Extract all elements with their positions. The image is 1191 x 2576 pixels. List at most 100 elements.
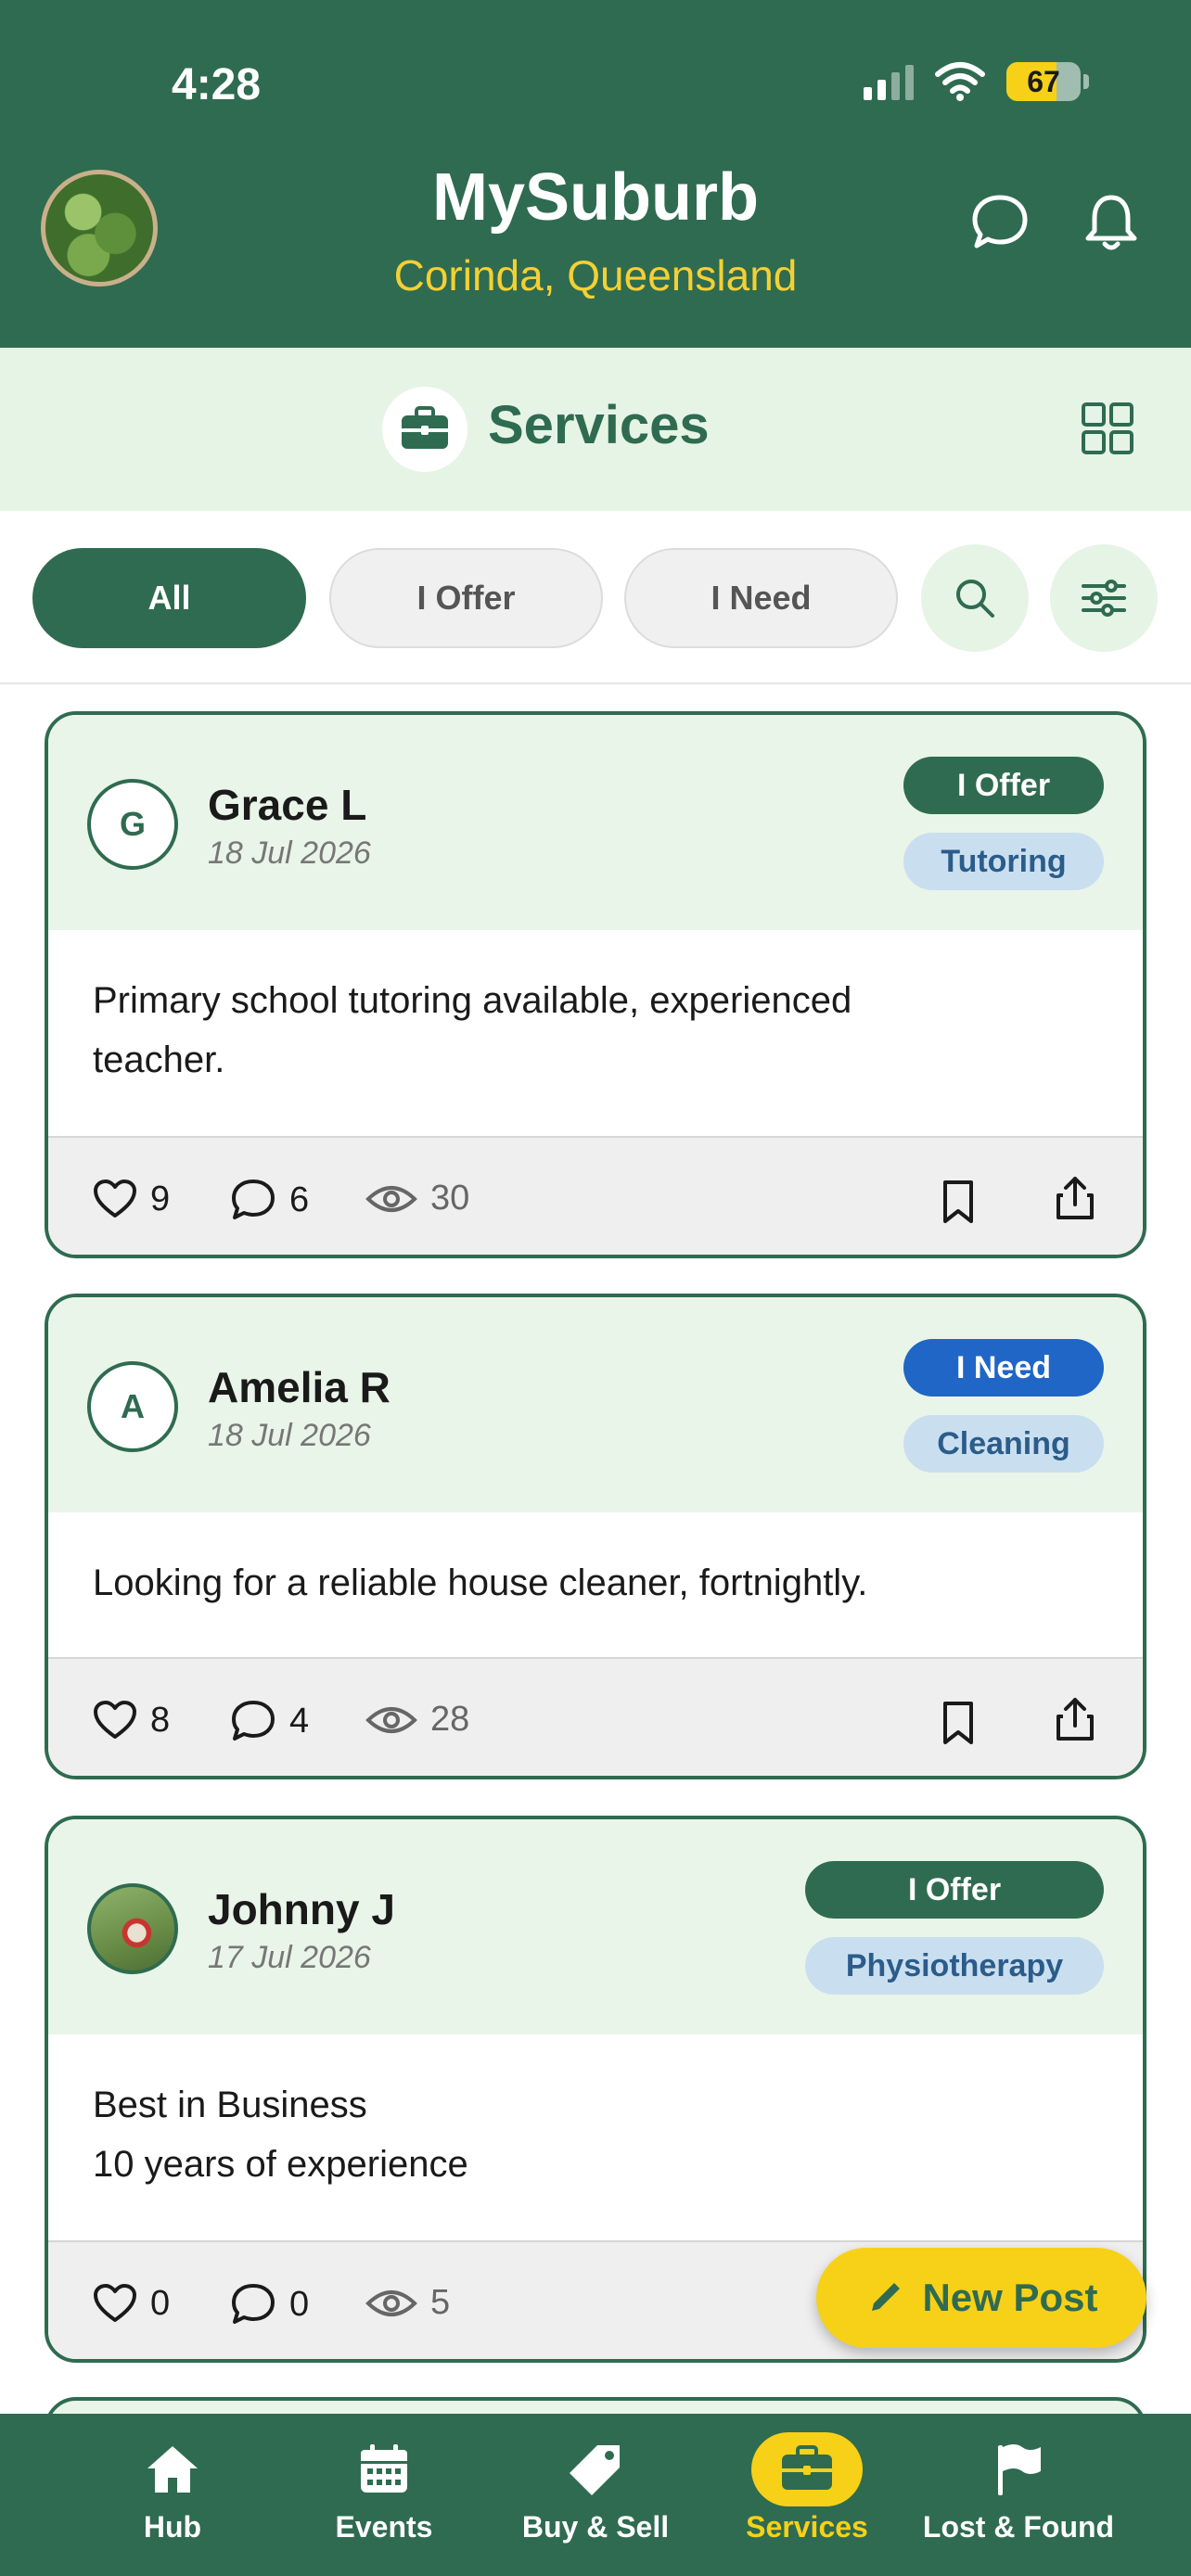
location-subtitle[interactable]: Corinda, Queensland <box>0 250 1191 300</box>
like-button[interactable]: 0 <box>93 2283 170 2324</box>
filter-need-button[interactable]: I Need <box>624 548 898 648</box>
nav-buy-sell[interactable]: Buy & Sell <box>493 2432 698 2544</box>
comment-button[interactable]: 6 <box>230 1179 309 1221</box>
nav-hub[interactable]: Hub <box>70 2432 275 2544</box>
heart-icon <box>94 1701 136 1739</box>
post-body: Best in Business 10 years of experience <box>48 2034 1143 2242</box>
post-header: G Grace L 18 Jul 2026 I Offer Tutoring <box>48 715 1143 930</box>
comment-count: 6 <box>289 1180 310 1219</box>
post-header: A Amelia R 18 Jul 2026 I Need Cleaning <box>48 1297 1143 1512</box>
post-footer: 9 6 30 <box>48 1138 1143 1255</box>
pencil-icon <box>872 2283 901 2311</box>
post-category-badge: Physiotherapy <box>805 1937 1104 1995</box>
like-button[interactable]: 8 <box>93 1700 170 1741</box>
calendar-icon <box>361 2444 407 2493</box>
chat-icon[interactable] <box>967 190 1032 255</box>
post-body: Primary school tutoring available, exper… <box>48 930 1143 1138</box>
bookmark-icon[interactable] <box>935 1700 981 1746</box>
post-header: Johnny J 17 Jul 2026 I Offer Physiothera… <box>48 1819 1143 2034</box>
bottom-nav: Hub Events Buy & Sell Services Lost & Fo… <box>0 2414 1191 2576</box>
briefcase-icon <box>782 2445 832 2490</box>
app-header: 4:28 67 MySuburb Corinda, Queensland <box>0 0 1191 348</box>
post-text: Looking for a reliable house cleaner, fo… <box>93 1562 868 1603</box>
post-avatar[interactable] <box>87 1883 178 1974</box>
like-count: 0 <box>150 2283 171 2323</box>
post-date: 18 Jul 2026 <box>208 1418 371 1453</box>
post-author[interactable]: Johnny J <box>208 1884 395 1934</box>
post-type-badge: I Offer <box>903 757 1104 814</box>
comment-icon <box>232 1180 275 1219</box>
heart-icon <box>94 1180 136 1218</box>
search-icon <box>956 580 994 618</box>
comment-button[interactable]: 4 <box>230 1700 309 1742</box>
view-count: 5 <box>430 2283 451 2322</box>
like-count: 8 <box>150 1700 171 1740</box>
comment-count: 4 <box>289 1701 310 1741</box>
filter-offer-button[interactable]: I Offer <box>329 548 603 648</box>
signal-icon <box>864 63 914 100</box>
search-button[interactable] <box>921 544 1029 652</box>
briefcase-icon <box>402 406 448 449</box>
post-card[interactable]: A Amelia R 18 Jul 2026 I Need Cleaning L… <box>45 1294 1146 1779</box>
heart-icon <box>94 2284 136 2322</box>
post-type-badge: I Need <box>903 1339 1104 1396</box>
post-date: 17 Jul 2026 <box>208 1940 371 1975</box>
nav-lost-found[interactable]: Lost & Found <box>916 2432 1121 2544</box>
comment-button[interactable]: 0 <box>230 2283 309 2326</box>
nav-events[interactable]: Events <box>282 2432 486 2544</box>
nav-lost-found-label: Lost & Found <box>922 2510 1115 2544</box>
post-body: Looking for a reliable house cleaner, fo… <box>48 1512 1143 1659</box>
new-post-label: New Post <box>922 2276 1098 2319</box>
section-title: Services <box>488 395 710 455</box>
status-indicators: 67 <box>864 61 1089 102</box>
post-author[interactable]: Amelia R <box>208 1362 391 1412</box>
view-count: 28 <box>430 1700 470 1739</box>
tag-icon <box>570 2445 620 2495</box>
nav-hub-label: Hub <box>143 2510 202 2544</box>
nav-services-label: Services <box>746 2510 868 2544</box>
bookmark-icon[interactable] <box>935 1179 981 1225</box>
post-date: 18 Jul 2026 <box>208 835 371 871</box>
filter-all-button[interactable]: All <box>32 548 306 648</box>
post-card[interactable]: G Grace L 18 Jul 2026 I Offer Tutoring P… <box>45 711 1146 1258</box>
post-footer: 8 4 28 <box>48 1659 1143 1776</box>
post-author[interactable]: Grace L <box>208 780 366 830</box>
like-button[interactable]: 9 <box>93 1179 170 1219</box>
post-text: Primary school tutoring available, exper… <box>93 980 852 1080</box>
filter-settings-button[interactable] <box>1050 544 1158 652</box>
section-icon <box>382 387 467 472</box>
home-icon <box>147 2446 198 2493</box>
comment-icon <box>232 2284 275 2324</box>
share-icon[interactable] <box>1052 1696 1098 1742</box>
flag-icon <box>998 2444 1041 2495</box>
grid-icon[interactable] <box>1081 402 1134 455</box>
battery-icon: 67 <box>1006 62 1089 101</box>
share-icon[interactable] <box>1052 1175 1098 1221</box>
filter-row: All I Offer I Need <box>0 511 1191 684</box>
status-time: 4:28 <box>172 60 262 109</box>
eye-icon <box>365 1706 417 1733</box>
view-count: 30 <box>430 1179 470 1218</box>
bell-icon[interactable] <box>1079 190 1144 255</box>
eye-icon <box>365 2289 417 2316</box>
new-post-button[interactable]: New Post <box>816 2248 1146 2348</box>
filter-sliders-icon <box>1082 580 1126 617</box>
eye-icon <box>365 1185 417 1212</box>
section-bar: Services <box>0 348 1191 511</box>
nav-buy-sell-label: Buy & Sell <box>521 2510 670 2544</box>
post-avatar[interactable]: A <box>87 1361 178 1452</box>
comment-count: 0 <box>289 2284 310 2324</box>
view-stat: 30 <box>365 1179 469 1218</box>
post-category-badge: Tutoring <box>903 833 1104 890</box>
nav-events-label: Events <box>335 2510 433 2544</box>
post-avatar[interactable]: G <box>87 779 178 870</box>
post-category-badge: Cleaning <box>903 1415 1104 1473</box>
view-stat: 28 <box>365 1700 469 1740</box>
battery-percent: 67 <box>1027 64 1060 98</box>
post-text: Best in Business 10 years of experience <box>93 2085 468 2185</box>
like-count: 9 <box>150 1179 171 1218</box>
post-type-badge: I Offer <box>805 1861 1104 1919</box>
view-stat: 5 <box>365 2283 450 2323</box>
comment-icon <box>232 1701 275 1741</box>
nav-services[interactable]: Services <box>705 2432 909 2544</box>
